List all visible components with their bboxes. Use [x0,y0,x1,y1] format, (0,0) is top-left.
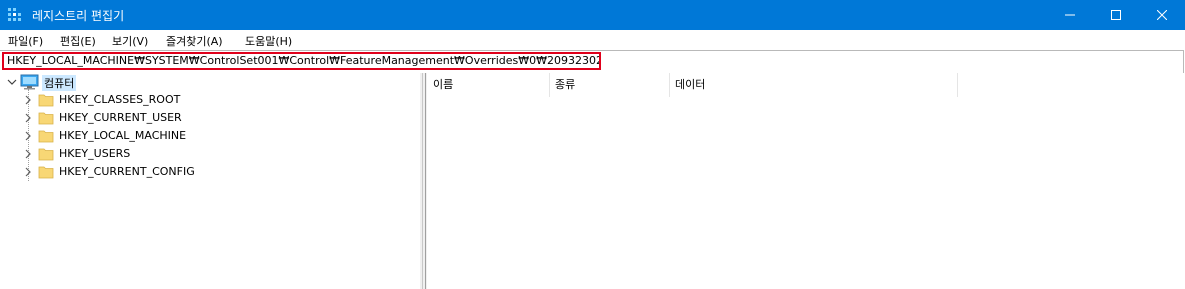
menu-view[interactable]: 보기(V) [112,33,148,49]
chevron-right-icon[interactable] [22,166,34,178]
menu-bar: 파일(F) 편집(E) 보기(V) 즐겨찾기(A) 도움말(H) [0,30,1185,50]
tree-node-label: HKEY_CURRENT_USER [59,111,182,124]
minimize-button[interactable] [1047,0,1093,30]
maximize-icon [1111,10,1121,20]
address-path-text: HKEY_LOCAL_MACHINE₩SYSTEM₩ControlSet001₩… [7,54,601,67]
chevron-right-icon[interactable] [22,112,34,124]
chevron-right-icon[interactable] [22,148,34,160]
key-tree-pane[interactable]: 컴퓨터 HKEY_CLASSES_ROOT HKEY_CURRENT_USER [0,73,420,289]
registry-editor-window: 레지스트리 편집기 파일(F) 편집(E) 보기(V) 즐겨찾기(A) 도움말(… [0,0,1185,289]
window-title: 레지스트리 편집기 [32,9,125,23]
maximize-button[interactable] [1093,0,1139,30]
column-header-type[interactable]: 종류 [549,73,669,97]
values-list-pane[interactable]: 이름 종류 데이터 [427,73,1185,289]
tree-node-label: HKEY_CLASSES_ROOT [59,93,181,106]
tree-node-label: HKEY_CURRENT_CONFIG [59,165,195,178]
column-header-name[interactable]: 이름 [427,73,549,97]
menu-file[interactable]: 파일(F) [8,33,43,49]
title-bar[interactable]: 레지스트리 편집기 [0,0,1185,30]
pane-splitter[interactable] [420,73,427,289]
tree-node-label: HKEY_LOCAL_MACHINE [59,129,187,142]
tree-node-label: HKEY_USERS [59,147,131,160]
address-input[interactable]: HKEY_LOCAL_MACHINE₩SYSTEM₩ControlSet001₩… [2,52,601,70]
close-icon [1157,10,1167,20]
tree-node-hkey-users[interactable]: HKEY_USERS [0,145,420,163]
tree-node-hkey-local-machine[interactable]: HKEY_LOCAL_MACHINE [0,127,420,145]
menu-help[interactable]: 도움말(H) [245,33,292,49]
folder-icon [38,164,54,183]
minimize-icon [1065,10,1075,20]
address-bar: HKEY_LOCAL_MACHINE₩SYSTEM₩ControlSet001₩… [0,50,1184,74]
tree-node-label: 컴퓨터 [42,75,77,91]
close-button[interactable] [1139,0,1185,30]
tree-node-computer[interactable]: 컴퓨터 [0,73,420,91]
column-separator[interactable] [957,73,958,97]
tree-node-hkey-classes-root[interactable]: HKEY_CLASSES_ROOT [0,91,420,109]
tree-node-hkey-current-config[interactable]: HKEY_CURRENT_CONFIG [0,163,420,181]
chevron-right-icon[interactable] [22,94,34,106]
chevron-right-icon[interactable] [22,130,34,142]
menu-edit[interactable]: 편집(E) [60,33,96,49]
menu-favorites[interactable]: 즐겨찾기(A) [166,33,223,49]
list-header: 이름 종류 데이터 [427,73,1185,97]
registry-editor-icon [8,8,22,22]
column-header-data[interactable]: 데이터 [669,73,957,97]
chevron-down-icon[interactable] [6,76,18,88]
tree-node-hkey-current-user[interactable]: HKEY_CURRENT_USER [0,109,420,127]
